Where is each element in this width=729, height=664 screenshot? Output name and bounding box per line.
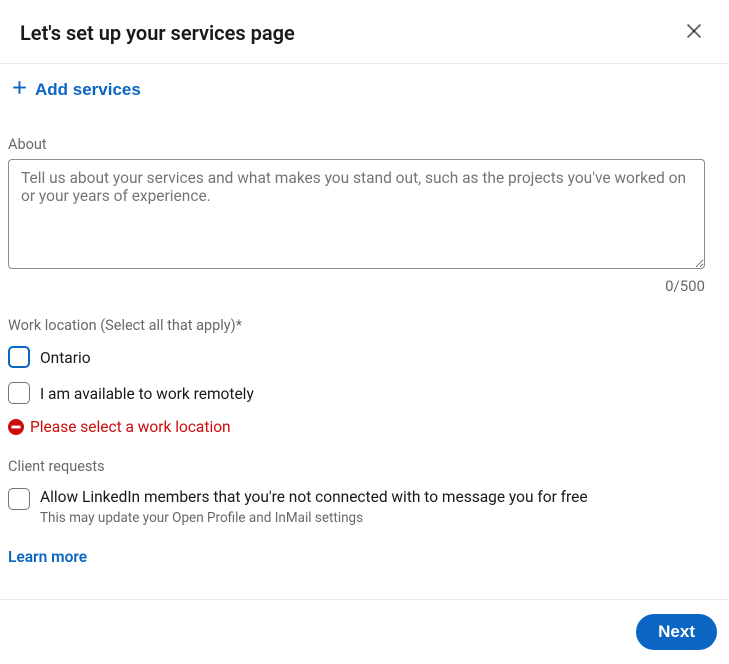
add-services-label: Add services [35, 80, 141, 100]
scrollbar[interactable] [721, 64, 729, 599]
checkbox-remote-label: I am available to work remotely [40, 384, 254, 403]
modal-header: Let's set up your services page [0, 0, 729, 64]
about-label: About [8, 136, 721, 153]
work-location-error: Please select a work location [8, 418, 721, 436]
checkbox-allow-messages-label: Allow LinkedIn members that you're not c… [40, 487, 588, 506]
checkbox-ontario[interactable] [8, 346, 30, 368]
close-button[interactable] [679, 16, 709, 49]
work-location-label: Work location (Select all that apply)* [8, 317, 721, 334]
client-requests-option[interactable]: Allow LinkedIn members that you're not c… [8, 487, 721, 526]
about-char-count: 0/500 [8, 277, 705, 295]
error-icon [8, 419, 24, 435]
checkbox-allow-messages-sub: This may update your Open Profile and In… [40, 510, 588, 526]
next-button[interactable]: Next [636, 614, 717, 650]
work-location-error-text: Please select a work location [30, 418, 231, 436]
about-textarea[interactable] [8, 159, 705, 269]
add-services-button[interactable]: Add services [8, 68, 143, 114]
checkbox-allow-messages[interactable] [8, 488, 30, 510]
plus-icon [10, 78, 29, 102]
client-requests-text: Allow LinkedIn members that you're not c… [40, 487, 588, 526]
modal-footer: Next [0, 599, 729, 664]
checkbox-ontario-label: Ontario [40, 348, 91, 367]
modal-body[interactable]: Services provided Add services About 0/5… [0, 64, 729, 599]
checkbox-remote[interactable] [8, 382, 30, 404]
modal-title: Let's set up your services page [20, 21, 295, 45]
services-setup-modal: Let's set up your services page Services… [0, 0, 729, 664]
work-location-option-ontario[interactable]: Ontario [8, 346, 721, 368]
client-requests-label: Client requests [8, 458, 721, 475]
close-icon [683, 20, 705, 45]
learn-more-link[interactable]: Learn more [8, 548, 87, 566]
work-location-option-remote[interactable]: I am available to work remotely [8, 382, 721, 404]
